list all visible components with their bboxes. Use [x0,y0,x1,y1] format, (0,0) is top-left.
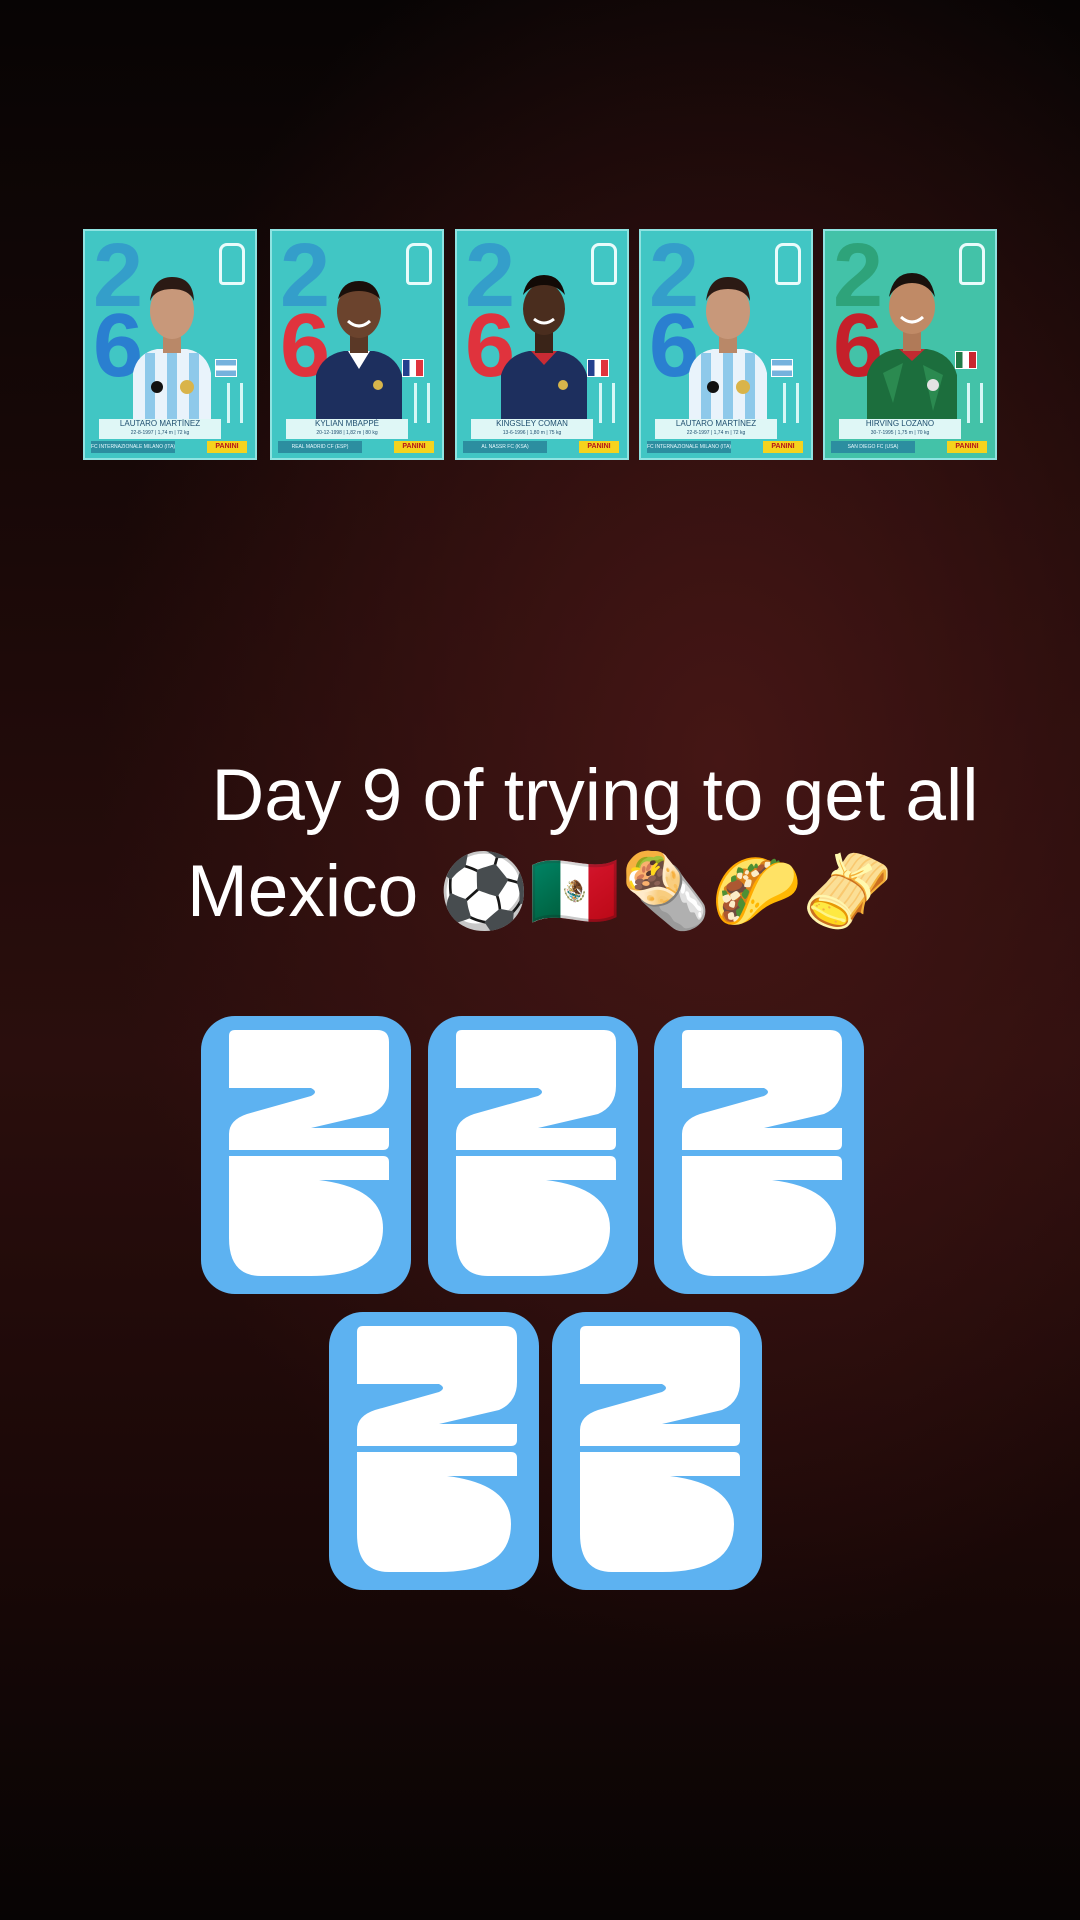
player-photo [867,273,957,423]
player-name-plate: LAUTARO MARTÍNEZ 22-8-1997 | 1,74 m | 72… [655,419,777,439]
player-club: REAL MADRID CF (ESP) [278,441,362,453]
player-photo [501,275,587,423]
pack-26-logo-icon [682,1030,842,1276]
panini-logo: PANINI [763,441,803,453]
panini-logo: PANINI [579,441,619,453]
caption-line-1: Day 9 of trying to get all [211,755,979,836]
sticker-card[interactable]: 2 6 KINGSLEY COMAN 13-6-1996 | 1,80 m | … [455,229,629,460]
sticker-pack[interactable] [552,1312,762,1590]
pack-26-logo-icon [229,1030,389,1276]
player-meta: 13-6-1996 | 1,80 m | 75 kg [502,430,562,436]
player-club: SAN DIEGO FC (USA) [831,441,915,453]
sticker-card[interactable]: 2 6 KYLIAN MBAPPÉ 20-12-1998 | 1,82 m | … [270,229,444,460]
argentina-flag-icon [771,359,793,377]
decorative-lines [414,383,430,423]
player-club: FC INTERNAZIONALE MILANO (ITA) [647,441,731,453]
player-photo [316,281,402,423]
decorative-lines [599,383,615,423]
pack-26-logo-icon [580,1326,740,1572]
panini-logo: PANINI [207,441,247,453]
sticker-pack[interactable] [329,1312,539,1590]
trophy-icon [775,243,801,285]
player-photo [689,277,767,423]
sticker-card[interactable]: 2 6 LAUTARO MARTÍNEZ 22-8-1997 | 1,74 m … [83,229,257,460]
player-club: AL NASSR FC (KSA) [463,441,547,453]
sticker-row: 2 6 LAUTARO MARTÍNEZ 22-8-1997 | 1,74 m … [0,229,1080,460]
caption-line-2: Mexico ⚽🇲🇽🌯🌮🫔 [187,851,893,932]
player-name-plate: HIRVING LOZANO 30-7-1995 | 1,75 m | 70 k… [839,419,961,439]
player-name: LAUTARO MARTÍNEZ [119,419,201,428]
decorative-lines [783,383,799,423]
player-name-plate: KYLIAN MBAPPÉ 20-12-1998 | 1,82 m | 80 k… [286,419,408,439]
player-photo [133,277,211,423]
argentina-flag-icon [215,359,237,377]
trophy-icon [959,243,985,285]
sticker-card[interactable]: 2 6 LAUTARO MARTÍNEZ 22-8-1997 | 1,74 m … [639,229,813,460]
decorative-lines [227,383,243,423]
player-name: LAUTARO MARTÍNEZ [675,419,757,428]
trophy-icon [219,243,245,285]
player-club: FC INTERNAZIONALE MILANO (ITA) [91,441,175,453]
mexico-flag-icon [955,351,977,369]
player-meta: 22-8-1997 | 1,74 m | 72 kg [686,430,746,436]
caption-text: Day 9 of trying to get all Mexico ⚽🇲🇽🌯🌮🫔 [0,748,1080,940]
france-flag-icon [587,359,609,377]
sticker-pack[interactable] [654,1016,864,1294]
sticker-pack[interactable] [428,1016,638,1294]
player-meta: 22-8-1997 | 1,74 m | 72 kg [130,430,190,436]
decorative-lines [967,383,983,423]
france-flag-icon [402,359,424,377]
pack-26-logo-icon [357,1326,517,1572]
player-name-plate: KINGSLEY COMAN 13-6-1996 | 1,80 m | 75 k… [471,419,593,439]
player-name: KYLIAN MBAPPÉ [314,419,380,428]
trophy-icon [406,243,432,285]
panini-logo: PANINI [947,441,987,453]
sticker-card[interactable]: 2 6 HIRVING LOZANO 30-7-1995 | 1,75 m | … [823,229,997,460]
sticker-pack[interactable] [201,1016,411,1294]
panini-logo: PANINI [394,441,434,453]
player-name: HIRVING LOZANO [865,419,935,428]
player-name: KINGSLEY COMAN [496,419,568,428]
pack-26-logo-icon [456,1030,616,1276]
trophy-icon [591,243,617,285]
player-meta: 20-12-1998 | 1,82 m | 80 kg [316,430,378,436]
player-meta: 30-7-1995 | 1,75 m | 70 kg [870,430,930,436]
player-name-plate: LAUTARO MARTÍNEZ 22-8-1997 | 1,74 m | 72… [99,419,221,439]
